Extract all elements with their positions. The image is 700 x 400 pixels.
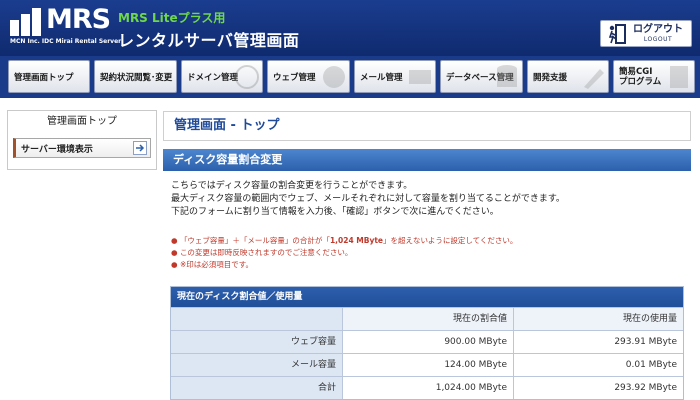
note-item: ● この変更は即時反映されますのでご注意ください。 bbox=[171, 248, 353, 257]
row-label: メール容量 bbox=[171, 354, 343, 376]
cgi-icon bbox=[670, 66, 688, 88]
note-text: ※印は必須項目です。 bbox=[179, 260, 253, 269]
main-nav: 管理画面トップ 契約状況閲覧･変更 ドメイン管理 ウェブ管理 メール管理 データ… bbox=[0, 56, 700, 98]
sidebar-item-label: サーバー環境表示 bbox=[21, 144, 93, 155]
table-header-used: 現在の使用量 bbox=[514, 308, 683, 330]
nav-tab-domain[interactable]: ドメイン管理 bbox=[181, 60, 263, 93]
sidebar-item-server-env[interactable]: サーバー環境表示 bbox=[13, 138, 151, 158]
arrow-right-icon bbox=[133, 141, 147, 155]
mail-icon bbox=[409, 70, 431, 84]
app-title: レンタルサーバ管理画面 bbox=[118, 31, 300, 50]
table-title: 現在のディスク割合値／使用量 bbox=[171, 287, 683, 307]
row-alloc: 900.00 MByte bbox=[343, 331, 514, 353]
table-row: ウェブ容量 900.00 MByte 293.91 MByte bbox=[171, 330, 683, 353]
domain-icon bbox=[235, 65, 259, 89]
table-row: メール容量 124.00 MByte 0.01 MByte bbox=[171, 353, 683, 376]
note-text: 「ウェブ容量」＋「メール容量」の合計が「 bbox=[179, 236, 330, 245]
note-text: この変更は即時反映されますのでご注意ください。 bbox=[179, 248, 353, 257]
nav-tab-mail[interactable]: メール管理 bbox=[354, 60, 436, 93]
note-item: ● 「ウェブ容量」＋「メール容量」の合計が「1,024 MByte」を超えないよ… bbox=[171, 236, 518, 245]
notes-list: ● 「ウェブ容量」＋「メール容量」の合計が「1,024 MByte」を超えないよ… bbox=[171, 235, 681, 271]
logout-door-icon bbox=[607, 23, 627, 45]
logo-text: MRS bbox=[46, 4, 111, 35]
row-alloc: 1,024.00 MByte bbox=[343, 377, 514, 399]
logout-button[interactable]: ログアウト LOGOUT bbox=[600, 20, 692, 47]
sidebar-title: 管理画面トップ bbox=[47, 116, 117, 127]
nav-tab-label: 簡易CGI bbox=[619, 66, 653, 77]
nav-tab-web[interactable]: ウェブ管理 bbox=[267, 60, 350, 93]
note-highlight: 1,024 MByte bbox=[329, 236, 384, 245]
description-line: こちらではディスク容量の割合変更を行うことができます。 bbox=[171, 181, 413, 191]
description-line: 最大ディスク容量の範囲内でウェブ、メールそれぞれに対して容量を割り当てることがで… bbox=[171, 194, 565, 204]
row-alloc: 124.00 MByte bbox=[343, 354, 514, 376]
nav-tab-label: ドメイン管理 bbox=[187, 72, 239, 83]
description-line: 下記のフォームに割り当て情報を入力後、「確認」ボタンで次に進んでください。 bbox=[171, 207, 499, 217]
nav-tab-label-line2: プログラム bbox=[619, 76, 662, 87]
note-text: 」を超えないように設定してください。 bbox=[383, 236, 518, 245]
database-icon bbox=[497, 65, 517, 87]
nav-tab-label: メール管理 bbox=[360, 72, 403, 83]
note-item: ● ※印は必須項目です。 bbox=[171, 260, 253, 269]
plan-name: MRS Liteプラス用 bbox=[118, 11, 226, 25]
row-used: 0.01 MByte bbox=[625, 360, 677, 370]
row-used: 293.92 MByte bbox=[614, 383, 677, 393]
disk-usage-table: 現在のディスク割合値／使用量 現在の割合値 現在の使用量 ウェブ容量 900.0… bbox=[170, 286, 684, 400]
row-used: 293.91 MByte bbox=[614, 337, 677, 347]
table-header-alloc: 現在の割合値 bbox=[343, 308, 514, 330]
mrs-logo: MRS MCN Inc. IDC Mirai Rental Server bbox=[10, 4, 121, 48]
logo-subtext: MCN Inc. IDC Mirai Rental Server bbox=[10, 38, 122, 45]
table-row: 合計 1,024.00 MByte 293.92 MByte bbox=[171, 376, 683, 399]
nav-tab-label: 契約状況閲覧･変更 bbox=[100, 72, 173, 83]
section-title: ディスク容量割合変更 bbox=[163, 149, 691, 171]
nav-tab-dev[interactable]: 開発支援 bbox=[527, 60, 609, 93]
table-header-cell bbox=[171, 308, 343, 330]
dev-tools-icon bbox=[584, 69, 604, 89]
logout-label: ログアウト bbox=[633, 23, 683, 35]
app-header: MRS MCN Inc. IDC Mirai Rental Server MRS… bbox=[0, 0, 700, 56]
page-title: 管理画面 - トップ bbox=[163, 111, 691, 141]
nav-tab-label: 管理画面トップ bbox=[14, 72, 74, 83]
web-icon bbox=[323, 66, 345, 88]
row-label: ウェブ容量 bbox=[171, 331, 343, 353]
row-label: 合計 bbox=[171, 377, 343, 399]
nav-tab-contract[interactable]: 契約状況閲覧･変更 bbox=[94, 60, 177, 93]
logo-bars-icon bbox=[10, 8, 44, 36]
nav-tab-database[interactable]: データベース管理 bbox=[440, 60, 523, 93]
table-header-row: 現在の割合値 現在の使用量 bbox=[171, 307, 683, 330]
nav-tab-cgi[interactable]: 簡易CGI プログラム bbox=[613, 60, 695, 93]
nav-tab-label: ウェブ管理 bbox=[273, 72, 316, 83]
sidebar: 管理画面トップ サーバー環境表示 bbox=[7, 110, 157, 170]
nav-tab-label: 開発支援 bbox=[533, 72, 568, 83]
logout-sublabel: LOGOUT bbox=[643, 35, 673, 43]
description: こちらではディスク容量の割合変更を行うことができます。 最大ディスク容量の範囲内… bbox=[171, 180, 681, 219]
nav-tab-top[interactable]: 管理画面トップ bbox=[8, 60, 90, 93]
